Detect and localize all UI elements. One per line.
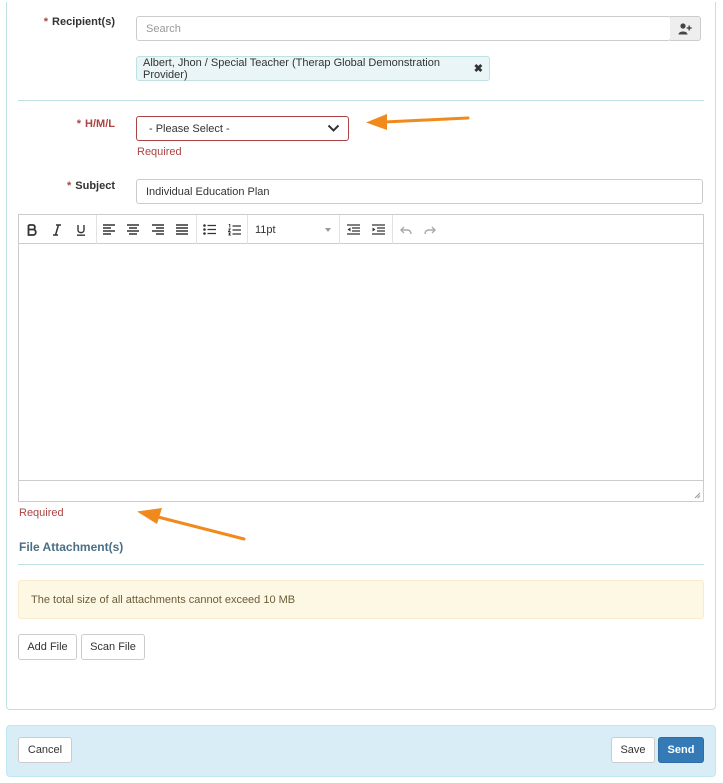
required-mark: * [76, 118, 82, 130]
toolbar-separator [339, 215, 340, 244]
align-left-icon [103, 224, 115, 235]
editor-toolbar: 11pt [19, 215, 703, 244]
align-center-button[interactable] [122, 219, 144, 240]
undo-button[interactable] [395, 219, 417, 240]
align-center-icon [127, 224, 139, 235]
recipient-tag: Albert, Jhon / Special Teacher (Therap G… [136, 56, 490, 81]
bold-button[interactable] [21, 219, 43, 240]
attachments-title: File Attachment(s) [19, 540, 124, 554]
required-mark: * [43, 16, 49, 28]
hml-error: Required [137, 146, 182, 158]
indent-button[interactable] [367, 219, 389, 240]
divider [18, 564, 704, 565]
redo-button[interactable] [419, 219, 441, 240]
italic-button[interactable] [46, 219, 68, 240]
redo-icon [424, 226, 436, 234]
resize-handle-icon[interactable] [694, 492, 701, 499]
outdent-icon [346, 224, 360, 235]
editor-error: Required [19, 507, 64, 519]
remove-recipient-icon[interactable]: ✖ [474, 62, 483, 75]
bullet-list-button[interactable] [198, 219, 220, 240]
scan-file-button[interactable]: Scan File [81, 634, 145, 660]
subject-label: * Subject [66, 180, 115, 192]
align-right-button[interactable] [147, 219, 169, 240]
annotation-arrow-icon [137, 508, 246, 541]
editor-statusbar [19, 480, 703, 501]
align-right-icon [152, 224, 164, 235]
toolbar-separator [196, 215, 197, 244]
underline-button[interactable] [70, 219, 92, 240]
cancel-button[interactable]: Cancel [18, 737, 72, 763]
subject-input[interactable] [136, 179, 703, 204]
undo-icon [400, 226, 412, 234]
bold-icon [27, 223, 37, 236]
divider [18, 100, 704, 101]
editor-content-area[interactable] [19, 244, 703, 480]
toolbar-separator [392, 215, 393, 244]
align-justify-button[interactable] [171, 219, 193, 240]
annotation-arrow-icon [366, 114, 470, 130]
hml-selected-value: - Please Select - [149, 122, 230, 135]
numbered-list-button[interactable] [223, 219, 245, 240]
attachment-notice-text: The total size of all attachments cannot… [31, 593, 296, 606]
recipient-search-input[interactable] [136, 16, 671, 41]
hml-select[interactable]: - Please Select - [136, 116, 349, 141]
recipients-label: * Recipient(s) [43, 16, 115, 28]
bullet-list-icon [202, 224, 216, 235]
send-button[interactable]: Send [658, 737, 704, 763]
indent-icon [371, 224, 385, 235]
rich-text-editor: 11pt [18, 214, 704, 502]
form-footer: Cancel Save Send [6, 725, 716, 777]
align-justify-icon [176, 224, 188, 235]
toolbar-separator [247, 215, 248, 244]
align-left-button[interactable] [98, 219, 120, 240]
underline-icon [77, 224, 85, 236]
font-size-select[interactable]: 11pt [249, 219, 335, 240]
hml-label: * H/M/L [76, 118, 115, 130]
recipient-tag-text: Albert, Jhon / Special Teacher (Therap G… [143, 56, 440, 81]
caret-down-icon [325, 228, 331, 232]
italic-icon [53, 223, 61, 236]
user-plus-icon [678, 22, 692, 34]
outdent-button[interactable] [342, 219, 364, 240]
chevron-down-icon [327, 124, 340, 132]
attachment-size-notice: The total size of all attachments cannot… [18, 580, 704, 619]
font-size-value: 11pt [255, 223, 276, 236]
add-file-button[interactable]: Add File [18, 634, 77, 660]
numbered-list-icon [227, 223, 241, 235]
required-mark: * [66, 180, 72, 192]
save-button[interactable]: Save [611, 737, 655, 763]
add-recipient-button[interactable] [670, 16, 701, 41]
toolbar-separator [96, 215, 97, 244]
